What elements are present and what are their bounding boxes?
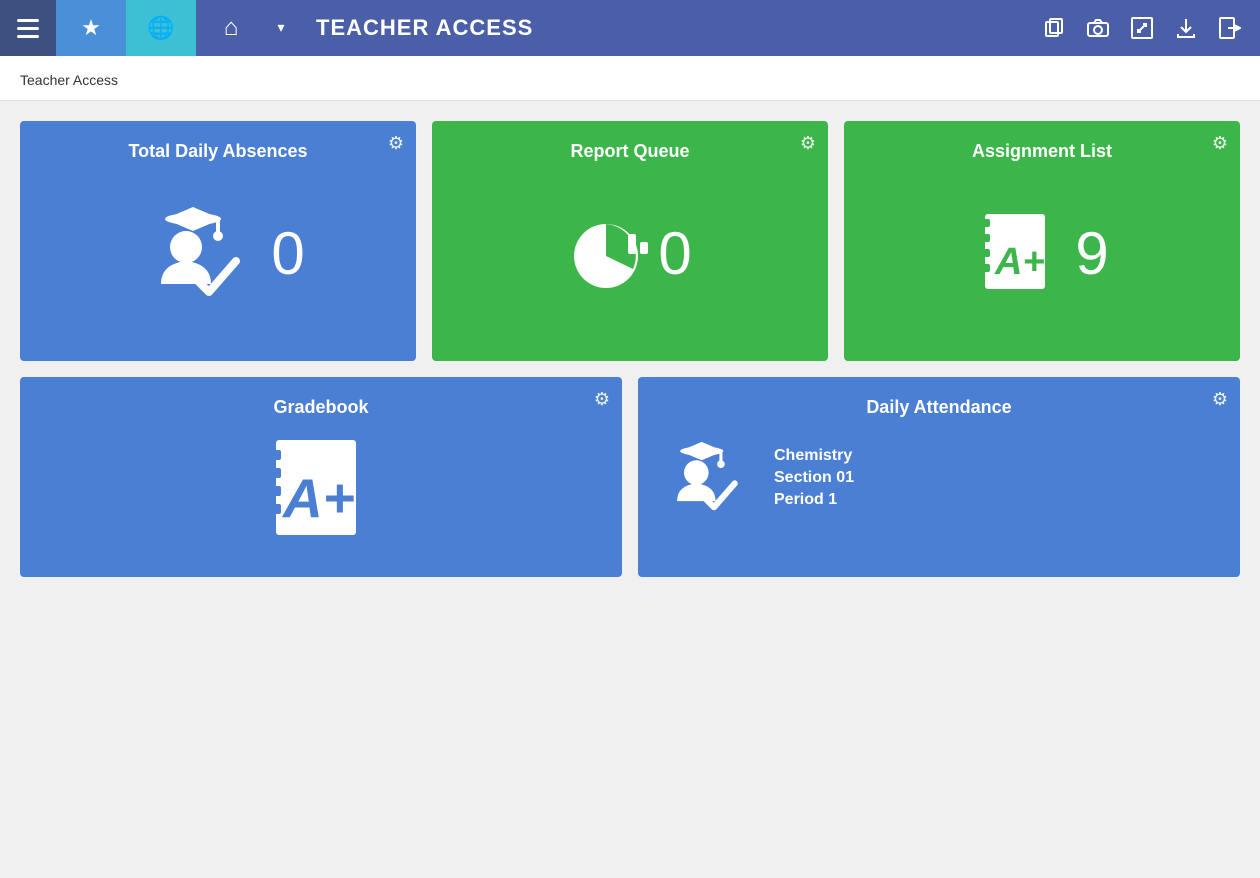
daily-attendance-settings[interactable]	[1212, 389, 1228, 410]
pie-chart-icon	[568, 214, 648, 294]
logout-button[interactable]	[1210, 8, 1250, 48]
home-dropdown[interactable]	[266, 0, 296, 56]
tile-content-report: 0	[448, 162, 812, 345]
tile-title-attendance: Daily Attendance	[654, 397, 1224, 418]
globe-tab[interactable]	[126, 0, 196, 56]
svg-text:A+: A+	[281, 467, 355, 529]
total-daily-absences-tile[interactable]: Total Daily Absences 0	[20, 121, 416, 361]
attendance-info: Chemistry Section 01 Period 1	[774, 447, 854, 509]
total-daily-absences-settings[interactable]	[388, 133, 404, 154]
report-queue-tile[interactable]: Report Queue 0	[432, 121, 828, 361]
tile-content-absences: 0	[36, 162, 400, 345]
tile-content-gradebook: A+	[36, 418, 606, 561]
attendance-subject: Chemistry	[774, 447, 854, 465]
daily-attendance-tile[interactable]: Daily Attendance Chemistry Section 01 Pe…	[638, 377, 1240, 577]
tile-title-assignment: Assignment List	[860, 141, 1224, 162]
main-content: Total Daily Absences 0	[0, 101, 1260, 597]
attendance-period: Period 1	[774, 491, 854, 509]
tile-content-assignment: A+ 9	[860, 162, 1224, 345]
copy-icon	[1043, 17, 1065, 39]
report-queue-settings[interactable]	[800, 133, 816, 154]
copy-button[interactable]	[1034, 8, 1074, 48]
student-check-icon	[131, 189, 261, 319]
camera-icon	[1087, 18, 1109, 38]
gradebook-tile[interactable]: Gradebook A+	[20, 377, 622, 577]
assignment-gradebook-icon: A+	[975, 209, 1065, 299]
tiles-row2: Gradebook A+ Daily Attendance	[20, 377, 1240, 577]
camera-button[interactable]	[1078, 8, 1118, 48]
logout-icon	[1219, 17, 1241, 39]
download-button[interactable]	[1166, 8, 1206, 48]
chevron-down-icon	[277, 19, 284, 37]
gradebook-settings[interactable]	[594, 389, 610, 410]
breadcrumb: Teacher Access	[0, 56, 1260, 101]
page-title: TEACHER ACCESS	[296, 15, 1034, 41]
home-tab[interactable]	[196, 0, 266, 56]
tile-title-absences: Total Daily Absences	[36, 141, 400, 162]
attendance-section: Section 01	[774, 469, 854, 487]
tiles-row1: Total Daily Absences 0	[20, 121, 1240, 361]
tile-title-gradebook: Gradebook	[36, 397, 606, 418]
assignment-list-tile[interactable]: Assignment List A+ 9	[844, 121, 1240, 361]
star-icon	[81, 15, 101, 41]
download-icon	[1175, 17, 1197, 39]
favorites-tab[interactable]	[56, 0, 126, 56]
header-actions	[1034, 8, 1260, 48]
menu-button[interactable]	[0, 0, 56, 56]
header: TEACHER ACCESS	[0, 0, 1260, 56]
globe-icon	[147, 15, 174, 41]
student-check-icon-2	[654, 428, 754, 528]
hamburger-icon	[17, 19, 39, 38]
absences-count: 0	[271, 219, 304, 288]
resize-icon	[1131, 17, 1153, 39]
assignment-list-settings[interactable]	[1212, 133, 1228, 154]
tile-title-report: Report Queue	[448, 141, 812, 162]
assignment-count: 9	[1075, 219, 1108, 288]
report-count: 0	[658, 219, 691, 288]
resize-button[interactable]	[1122, 8, 1162, 48]
svg-text:A+: A+	[994, 241, 1045, 283]
gradebook-big-icon: A+	[261, 435, 381, 545]
home-icon	[224, 14, 239, 42]
attendance-content: Chemistry Section 01 Period 1	[654, 418, 1224, 528]
